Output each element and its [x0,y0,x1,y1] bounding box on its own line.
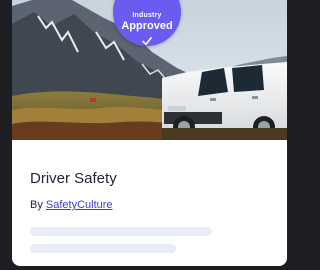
author-link[interactable]: SafetyCulture [46,199,113,211]
badge-main-label: Approved [121,20,173,32]
check-icon [142,37,152,45]
byline-prefix: By [30,199,43,211]
badge-top-label: Industry [132,12,162,19]
course-byline: By SafetyCulture [30,199,113,211]
course-title: Driver Safety [30,170,117,187]
course-card[interactable]: Industry Approved Driver Safety By Safet… [12,0,287,266]
loading-placeholder-bar [30,244,176,253]
loading-placeholder-bar [30,227,212,236]
